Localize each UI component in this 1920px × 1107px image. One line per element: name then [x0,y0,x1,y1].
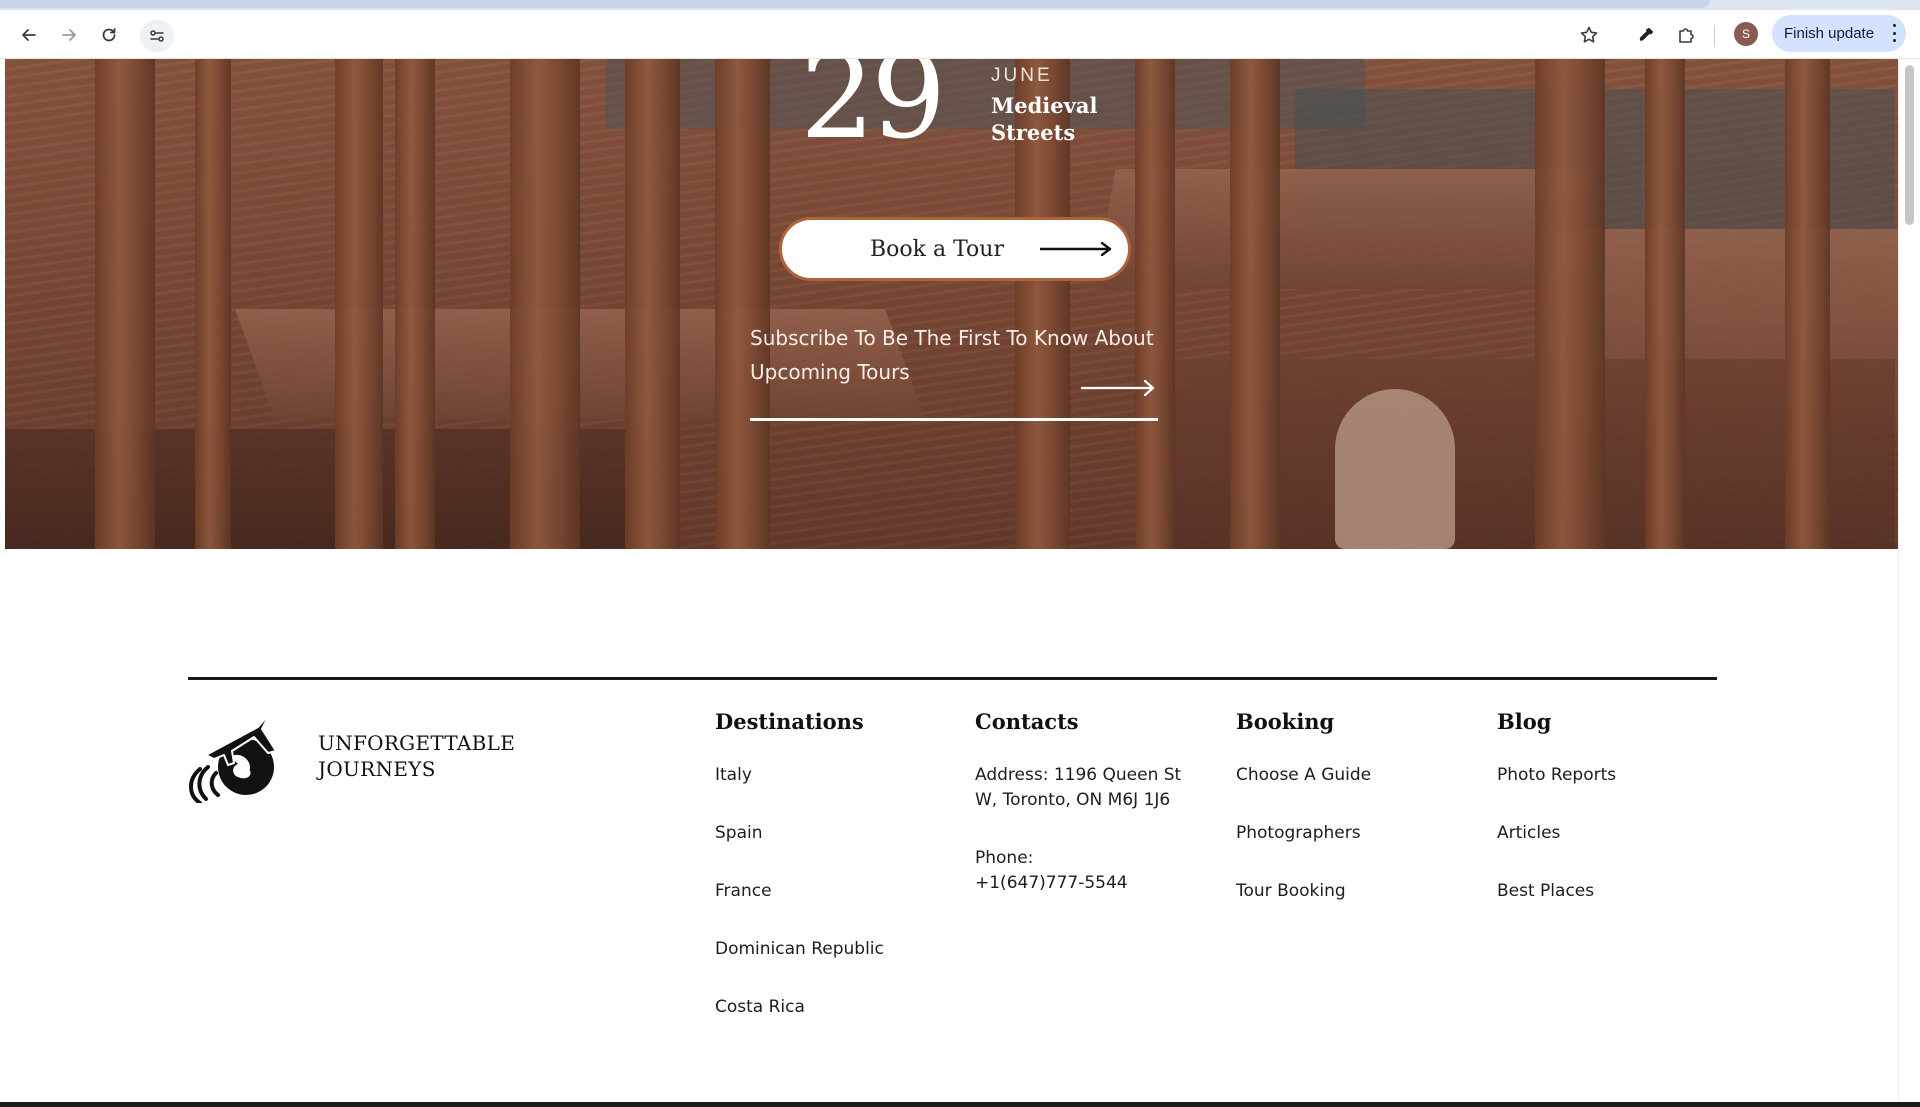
footer-link-photo-reports[interactable]: Photo Reports [1497,763,1616,788]
footer-link-dominican-republic[interactable]: Dominican Republic [715,937,884,962]
footer-link-choose-a-guide[interactable]: Choose A Guide [1236,763,1371,788]
tune-icon [150,30,164,42]
footer-link-italy[interactable]: Italy [715,763,884,788]
extensions-button[interactable] [1668,18,1704,52]
forward-button[interactable] [51,18,87,52]
eyedropper-button[interactable] [1628,18,1664,52]
profile-avatar[interactable]: S [1734,22,1758,46]
tour-date-day: 29 [800,59,946,165]
footer-heading-destinations: Destinations [715,709,864,734]
contact-phone[interactable]: Phone: +1(647)777-5544 [975,846,1135,896]
browser-toolbar [0,10,1920,59]
footer-link-spain[interactable]: Spain [715,821,884,846]
footer-heading-contacts: Contacts [975,709,1079,734]
footer-column-contacts: Contacts Address: 1196 Queen St W, Toron… [975,707,1185,929]
back-button[interactable] [11,18,47,52]
browser-window: S Finish update 29 JUNE Medieval Streets… [0,0,1920,1102]
site-info-button[interactable] [140,20,174,52]
airplane-globe-logo-icon[interactable] [188,707,288,803]
footer-link-best-places[interactable]: Best Places [1497,879,1616,904]
footer-link-articles[interactable]: Articles [1497,821,1616,846]
arrow-right-icon [62,29,76,41]
arrow-left-icon [22,29,36,41]
scrollbar-thumb[interactable] [1905,65,1914,225]
avatar-initial: S [1741,27,1750,41]
hero-overlay [5,59,1898,549]
star-icon [1580,26,1598,43]
arrow-right-icon [1040,242,1112,256]
book-tour-label: Book a Tour [870,236,1004,262]
reload-button[interactable] [91,18,127,52]
book-tour-button[interactable]: Book a Tour [779,217,1131,281]
tour-date-month: JUNE [991,65,1053,86]
footer-link-photographers[interactable]: Photographers [1236,821,1371,846]
contact-address: Address: 1196 Queen St W, Toronto, ON M6… [975,765,1182,810]
footer-divider [188,677,1717,680]
eyedropper-icon [1639,27,1654,41]
bookmark-button[interactable] [1571,18,1607,52]
footer-heading-blog: Blog [1497,709,1552,734]
page-viewport: 29 JUNE Medieval Streets Book a Tour Sub… [5,59,1898,1102]
active-tab[interactable] [0,0,1710,8]
footer-link-tour-booking[interactable]: Tour Booking [1236,879,1371,904]
page-scrollbar[interactable] [1898,59,1920,1102]
subscribe-input-underline[interactable] [750,418,1158,421]
toolbar-divider [1714,25,1715,47]
reload-icon [102,28,116,42]
subscribe-submit-arrow-icon[interactable] [1081,380,1155,396]
footer-column-booking: Booking Choose A Guide Photographers Tou… [1236,707,1371,937]
footer-heading-booking: Booking [1236,709,1335,734]
tour-title: Medieval Streets [991,93,1098,145]
footer-column-destinations: Destinations Italy Spain France Dominica… [715,707,884,1053]
kebab-menu-icon[interactable] [1892,24,1896,42]
subscribe-text: Subscribe To Be The First To Know About … [750,326,1154,384]
footer-link-france[interactable]: France [715,879,884,904]
finish-update-button[interactable]: Finish update [1772,15,1906,52]
hero-section: 29 JUNE Medieval Streets Book a Tour Sub… [5,59,1898,549]
footer-column-blog: Blog Photo Reports Articles Best Places [1497,707,1616,937]
tab-strip [0,0,1920,10]
puzzle-icon [1679,28,1694,43]
footer-link-costa-rica[interactable]: Costa Rica [715,995,884,1020]
brand-name[interactable]: UNFORGETTABLE JOURNEYS [318,730,558,782]
finish-update-label: Finish update [1784,25,1875,42]
